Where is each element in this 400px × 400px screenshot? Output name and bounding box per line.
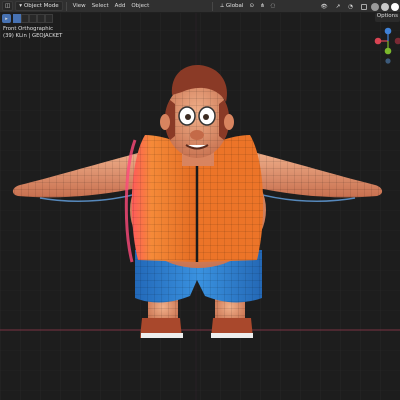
xray-toggle[interactable] <box>359 2 369 12</box>
visibility-button[interactable]: 👁 <box>319 2 330 12</box>
transform-orientation-dropdown[interactable]: ⟂ Global <box>218 1 245 11</box>
navigation-gizmo[interactable] <box>372 24 400 64</box>
shading-solid-icon[interactable] <box>371 2 379 11</box>
gizmo-neg-z-axis[interactable] <box>385 58 391 64</box>
overlay-icon: ◔ <box>348 3 353 10</box>
orientation-icon: ⟂ <box>220 2 224 9</box>
menu-view[interactable]: View <box>70 3 89 9</box>
select-new-button[interactable] <box>13 14 21 23</box>
editor-type-button[interactable]: ◫ <box>2 1 14 11</box>
gizmo-z-axis[interactable] <box>384 27 392 35</box>
menu-select[interactable]: Select <box>89 3 112 9</box>
gizmo-icon: ↗ <box>335 3 341 10</box>
view-name: Front Orthographic <box>3 26 53 32</box>
options-dropdown[interactable]: Options <box>374 13 400 22</box>
pivot-icon: ⊙ <box>249 3 255 9</box>
3d-viewport[interactable] <box>0 0 400 400</box>
viewport-info: Front Orthographic (39) KLin | GEOJACKET <box>3 26 62 40</box>
gizmo-x-axis[interactable] <box>374 37 382 45</box>
select-extend-button[interactable] <box>21 14 29 23</box>
viewport-header: ◫ ▾ Object Mode View Select Add Object ⟂… <box>0 0 400 13</box>
object-mode-icon: ▾ <box>19 3 22 9</box>
snap-icon: ⋔ <box>260 3 265 9</box>
menu-add[interactable]: Add <box>112 3 129 9</box>
3d-viewport-icon: ◫ <box>5 3 11 9</box>
proportional-edit-icon: ◌ <box>270 3 276 9</box>
shading-rendered-icon[interactable] <box>391 2 399 11</box>
mode-label: Object Mode <box>23 3 59 9</box>
viewport-visibility-icon: 👁 <box>320 3 328 10</box>
menu-object[interactable]: Object <box>128 3 152 9</box>
gizmo-neg-x-axis[interactable] <box>394 37 400 45</box>
shading-material-icon[interactable] <box>381 2 389 11</box>
active-tool-button[interactable]: ▸ <box>2 14 11 23</box>
select-difference-button[interactable] <box>37 14 45 23</box>
tool-settings-bar: ▸ <box>0 13 400 24</box>
collection-info: (39) KLin | GEOJACKET <box>3 33 63 39</box>
gizmo-y-axis[interactable] <box>384 47 392 55</box>
mode-dropdown[interactable]: ▾ Object Mode <box>15 1 63 11</box>
proportional-edit-toggle[interactable]: ◌ <box>269 1 278 11</box>
select-subtract-button[interactable] <box>29 14 37 23</box>
snap-toggle[interactable]: ⋔ <box>258 1 267 11</box>
xray-icon <box>361 3 367 10</box>
overlay-toggle[interactable]: ◔ <box>346 2 355 12</box>
selection-mode-group <box>13 14 53 23</box>
select-intersect-button[interactable] <box>45 14 53 23</box>
pivot-point-button[interactable]: ⊙ <box>247 1 256 11</box>
gizmo-toggle[interactable]: ↗ <box>334 2 343 12</box>
orientation-label: Global <box>225 3 244 9</box>
select-box-icon: ▸ <box>5 15 8 22</box>
